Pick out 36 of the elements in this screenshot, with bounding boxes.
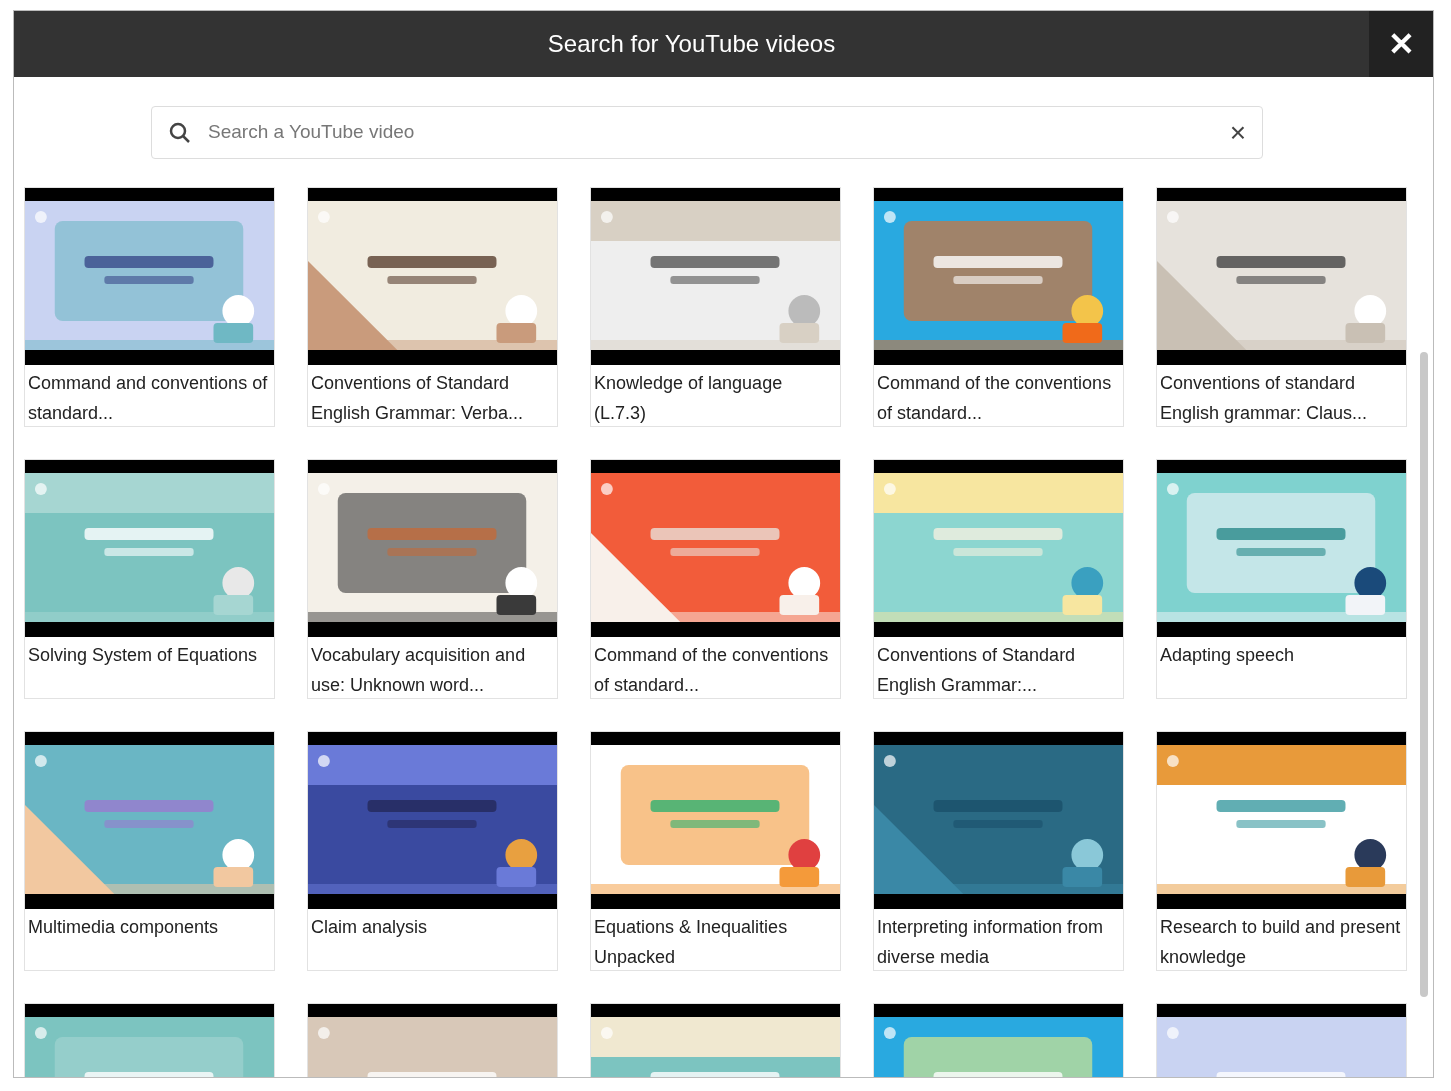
video-title: Command of the conventions of standard... <box>593 644 830 697</box>
video-title: Equations & Inequalities Unpacked <box>593 916 789 969</box>
clear-button[interactable]: × <box>1229 118 1246 147</box>
video-card[interactable]: Equations & Inequalities Unpacked <box>590 731 841 971</box>
video-card[interactable]: Command of the conventions of standard... <box>873 187 1124 427</box>
video-title: Interpreting information from diverse media <box>876 916 1105 969</box>
video-title: Conventions of Standard English Grammar:... <box>876 644 1077 697</box>
video-title: Adapting speech <box>1159 644 1296 667</box>
video-title: Command of the conventions of standard... <box>876 372 1113 425</box>
search-icon <box>168 120 192 145</box>
video-card[interactable]: Adapting speech <box>1156 459 1407 699</box>
video-title: Research to build and present knowledge <box>1159 916 1402 969</box>
close-button[interactable]: ✕ <box>1369 11 1433 77</box>
video-card[interactable]: Conventions of Standard English Grammar: Verba... <box>307 187 558 427</box>
video-card[interactable]: Command and conventions of standard... <box>24 187 275 427</box>
video-card[interactable]: Knowledge of language (L.7.3) <box>590 187 841 427</box>
video-card[interactable]: Multimedia components <box>24 731 275 971</box>
video-card[interactable]: Research to build and present knowledge <box>1156 731 1407 971</box>
video-title: Conventions of standard English grammar: Claus... <box>1159 372 1369 425</box>
search-field[interactable]: Search a YouTube video × <box>151 106 1263 159</box>
video-title: Solving System of Equations <box>27 644 259 667</box>
video-title: Claim analysis <box>310 916 429 939</box>
video-card[interactable]: Claim analysis <box>307 731 558 971</box>
video-card[interactable]: Conventions of Standard English Grammar:... <box>873 459 1124 699</box>
video-card[interactable]: Solving System of Equations <box>24 459 275 699</box>
video-card[interactable]: Conventions of standard English grammar: Claus... <box>1156 187 1407 427</box>
video-card[interactable]: Vocabulary acquisition and use: Unknown word... <box>307 459 558 699</box>
dialog-title: Search for YouTube videos <box>546 29 837 59</box>
video-card[interactable]: Interpreting information from diverse media <box>873 731 1124 971</box>
video-title: Knowledge of language (L.7.3) <box>593 372 784 425</box>
video-title: Command and conventions of standard... <box>27 372 269 425</box>
scrollbar-thumb[interactable] <box>1420 352 1428 997</box>
video-title: Conventions of Standard English Grammar: Verba... <box>310 372 525 425</box>
video-title: Vocabulary acquisition and use: Unknown word... <box>310 644 527 697</box>
video-title: Multimedia components <box>27 916 220 939</box>
video-card[interactable]: Command of the conventions of standard... <box>590 459 841 699</box>
